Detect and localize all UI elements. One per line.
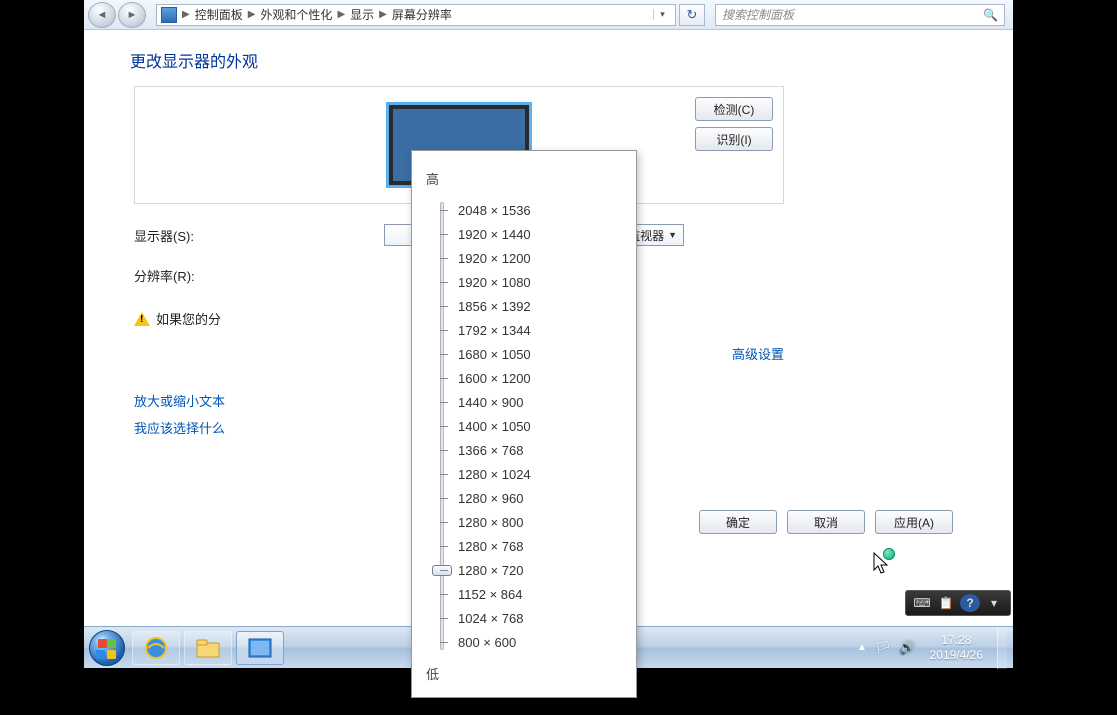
resolution-option[interactable]: 1856 × 1392 (458, 294, 622, 318)
page-title: 更改显示器的外观 (130, 48, 963, 72)
chevron-right-icon: ▶ (376, 9, 390, 20)
back-button[interactable]: ◄ (88, 2, 116, 28)
chevron-right-icon: ▶ (334, 9, 348, 20)
breadcrumb-item[interactable]: 显示 (350, 6, 374, 23)
resolution-option[interactable]: 1280 × 800 (458, 510, 622, 534)
resolution-option[interactable]: 800 × 600 (458, 630, 622, 654)
warning-text-left: 如果您的分 (156, 309, 221, 328)
resolution-option[interactable]: 1680 × 1050 (458, 342, 622, 366)
resolution-option[interactable]: 1152 × 864 (458, 582, 622, 606)
resolution-option[interactable]: 1440 × 900 (458, 390, 622, 414)
ime-icon[interactable]: ⌨ (912, 594, 932, 612)
action-center-icon[interactable]: 🏳 (875, 640, 892, 656)
detect-button[interactable]: 检测(C) (695, 97, 773, 121)
chevron-down-icon: ▼ (668, 230, 677, 240)
langbar-options-icon[interactable]: ▾ (984, 594, 1004, 612)
search-placeholder: 搜索控制面板 (722, 6, 794, 23)
identify-button[interactable]: 识别(I) (695, 127, 773, 151)
start-button[interactable] (84, 627, 130, 669)
windows-logo-icon (89, 630, 125, 666)
taskbar-clock[interactable]: 17:28 2019/4/26 (924, 633, 989, 662)
keyboard-icon[interactable]: 📋 (936, 594, 956, 612)
system-tray: ▲ 🏳 🔊 17:28 2019/4/26 (857, 627, 1013, 668)
taskbar-ie-icon[interactable] (132, 631, 180, 665)
resolution-option[interactable]: 1792 × 1344 (458, 318, 622, 342)
breadcrumb-item[interactable]: 外观和个性化 (260, 6, 332, 23)
ok-button[interactable]: 确定 (699, 510, 777, 534)
apply-button[interactable]: 应用(A) (875, 510, 953, 534)
resolution-option[interactable]: 1920 × 1200 (458, 246, 622, 270)
resolution-option[interactable]: 1024 × 768 (458, 606, 622, 630)
forward-button[interactable]: ► (118, 2, 146, 28)
help-icon[interactable]: ? (960, 594, 980, 612)
slider-label-high: 高 (426, 169, 622, 188)
resolution-option[interactable]: 1600 × 1200 (458, 366, 622, 390)
dialog-buttons: 确定 取消 应用(A) (699, 510, 953, 534)
resolution-option[interactable]: 1280 × 720 (458, 558, 622, 582)
resolution-option[interactable]: 1280 × 960 (458, 486, 622, 510)
resolution-option[interactable]: 2048 × 1536 (458, 198, 622, 222)
volume-icon[interactable]: 🔊 (899, 640, 915, 656)
resolution-option[interactable]: 1280 × 768 (458, 534, 622, 558)
resolution-option[interactable]: 1280 × 1024 (458, 462, 622, 486)
content-area: 更改显示器的外观 检测(C) 识别(I) 显示器(S): 即插即用监视器 ▼ 分… (84, 30, 1013, 626)
chevron-right-icon: ▶ (179, 9, 193, 20)
nav-buttons: ◄ ► (84, 2, 146, 28)
breadcrumb-item[interactable]: 控制面板 (195, 6, 243, 23)
resolution-label: 分辨率(R): (134, 266, 224, 285)
breadcrumb-dropdown[interactable]: ▾ (653, 9, 671, 20)
resolution-option[interactable]: 1920 × 1080 (458, 270, 622, 294)
breadcrumb-item[interactable]: 屏幕分辨率 (392, 6, 452, 23)
show-desktop-button[interactable] (997, 627, 1007, 669)
clock-time: 17:28 (930, 633, 983, 647)
resolution-list: 2048 × 15361920 × 14401920 × 12001920 × … (426, 198, 622, 654)
resolution-slider-popup[interactable]: 高 2048 × 15361920 × 14401920 × 12001920 … (411, 150, 637, 698)
display-label: 显示器(S): (134, 226, 224, 245)
control-panel-window: ◄ ► ▶ 控制面板 ▶ 外观和个性化 ▶ 显示 ▶ 屏幕分辨率 ▾ ↻ 搜索控… (84, 0, 1013, 668)
cancel-button[interactable]: 取消 (787, 510, 865, 534)
resolution-option[interactable]: 1400 × 1050 (458, 414, 622, 438)
language-bar[interactable]: ⌨ 📋 ? ▾ (905, 590, 1011, 616)
tray-overflow-icon[interactable]: ▲ (857, 642, 867, 653)
taskbar-explorer-icon[interactable] (184, 631, 232, 665)
breadcrumb[interactable]: ▶ 控制面板 ▶ 外观和个性化 ▶ 显示 ▶ 屏幕分辨率 ▾ (156, 4, 676, 26)
slider-label-low: 低 (426, 664, 622, 683)
warning-icon (134, 312, 150, 326)
clock-date: 2019/4/26 (930, 648, 983, 662)
taskbar-control-panel-icon[interactable] (236, 631, 284, 665)
control-panel-icon (161, 7, 177, 23)
resolution-option[interactable]: 1366 × 768 (458, 438, 622, 462)
chevron-right-icon: ▶ (245, 9, 259, 20)
search-icon: 🔍 (983, 8, 998, 22)
resolution-option[interactable]: 1920 × 1440 (458, 222, 622, 246)
search-input[interactable]: 搜索控制面板 🔍 (715, 4, 1005, 26)
titlebar: ◄ ► ▶ 控制面板 ▶ 外观和个性化 ▶ 显示 ▶ 屏幕分辨率 ▾ ↻ 搜索控… (84, 0, 1013, 30)
refresh-button[interactable]: ↻ (679, 4, 705, 26)
